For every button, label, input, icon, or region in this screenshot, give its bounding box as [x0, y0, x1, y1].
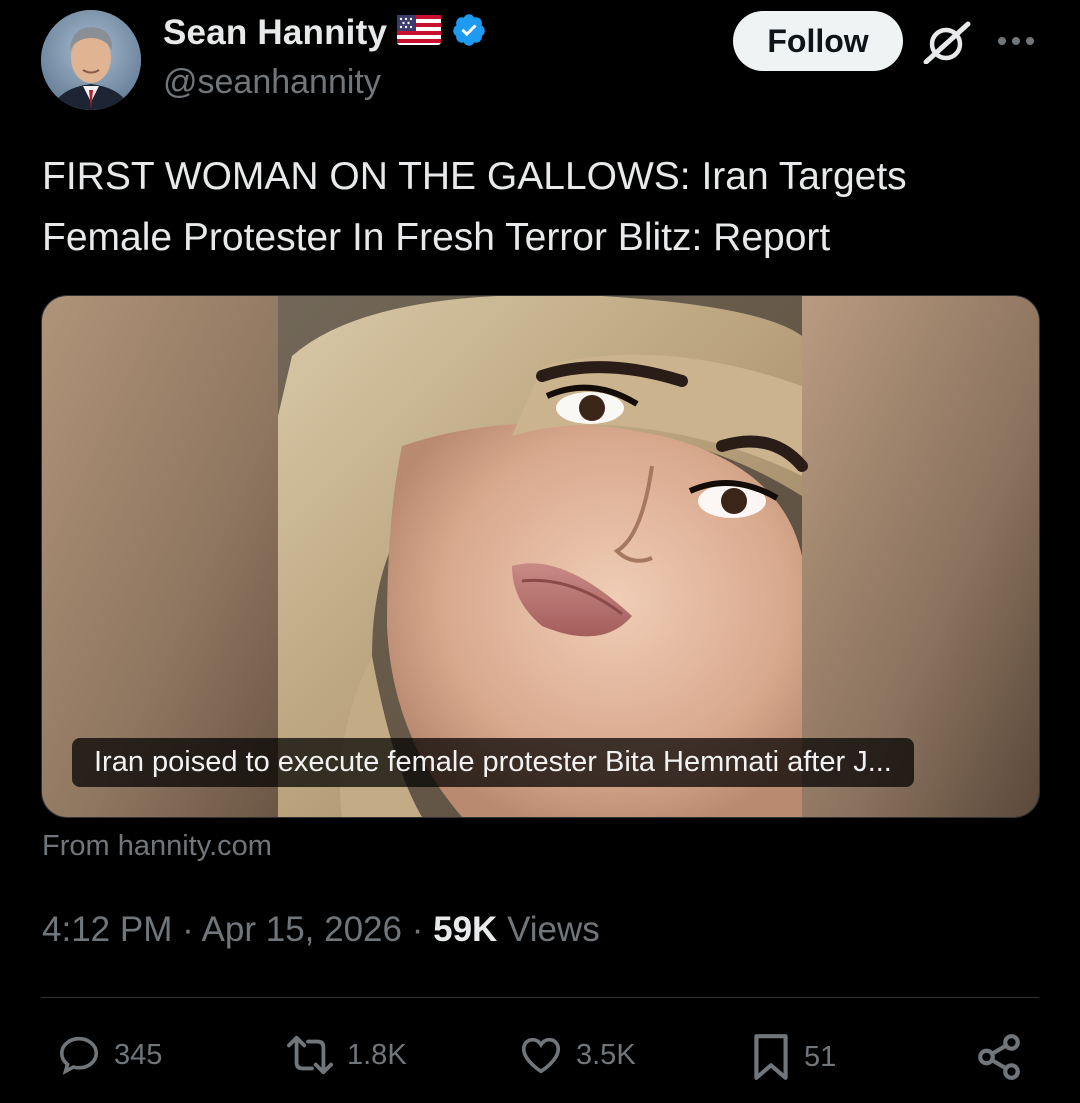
tweet-text: FIRST WOMAN ON THE GALLOWS: Iran Targets…: [42, 155, 907, 259]
reply-icon: [59, 1036, 99, 1075]
repost-icon: [287, 1035, 334, 1075]
grok-icon[interactable]: [922, 20, 972, 65]
link-preview-card[interactable]: Iran poised to execute female protester …: [41, 295, 1040, 818]
verified-badge-icon[interactable]: [451, 12, 487, 53]
author-handle[interactable]: @seanhannity: [163, 63, 381, 102]
tweet-meta: 4:12 PM · Apr 15, 2026 · 59K Views: [42, 910, 600, 950]
follow-button[interactable]: Follow: [733, 11, 903, 71]
separator: ·: [182, 910, 194, 949]
tweet-time[interactable]: 4:12 PM: [42, 910, 172, 949]
share-button[interactable]: [974, 1032, 1024, 1082]
author-name[interactable]: Sean Hannity: [163, 13, 387, 53]
divider: [41, 997, 1039, 998]
more-options-icon[interactable]: [996, 34, 1036, 46]
bookmark-button[interactable]: 51: [748, 1032, 836, 1082]
tweet-date[interactable]: Apr 15, 2026: [202, 910, 402, 949]
reply-button[interactable]: 345: [54, 1032, 162, 1078]
like-count: 3.5K: [576, 1038, 636, 1071]
like-button[interactable]: 3.5K: [516, 1032, 636, 1078]
author-name-row[interactable]: Sean Hannity: [163, 12, 487, 53]
separator: ·: [411, 910, 424, 949]
reply-count: 345: [114, 1038, 163, 1071]
repost-button[interactable]: 1.8K: [283, 1032, 407, 1078]
heart-icon: [521, 1037, 561, 1074]
card-source[interactable]: From hannity.com: [42, 830, 272, 863]
repost-count: 1.8K: [347, 1038, 407, 1071]
author-avatar[interactable]: [41, 10, 141, 110]
us-flag-icon: [397, 15, 442, 50]
bookmark-count: 51: [804, 1040, 837, 1073]
bookmark-icon: [754, 1034, 788, 1080]
share-icon: [978, 1034, 1020, 1080]
avatar-photo: [41, 10, 141, 110]
views-label: Views: [507, 910, 600, 949]
views-count[interactable]: 59K: [433, 910, 497, 949]
card-caption: Iran poised to execute female protester …: [72, 738, 914, 787]
